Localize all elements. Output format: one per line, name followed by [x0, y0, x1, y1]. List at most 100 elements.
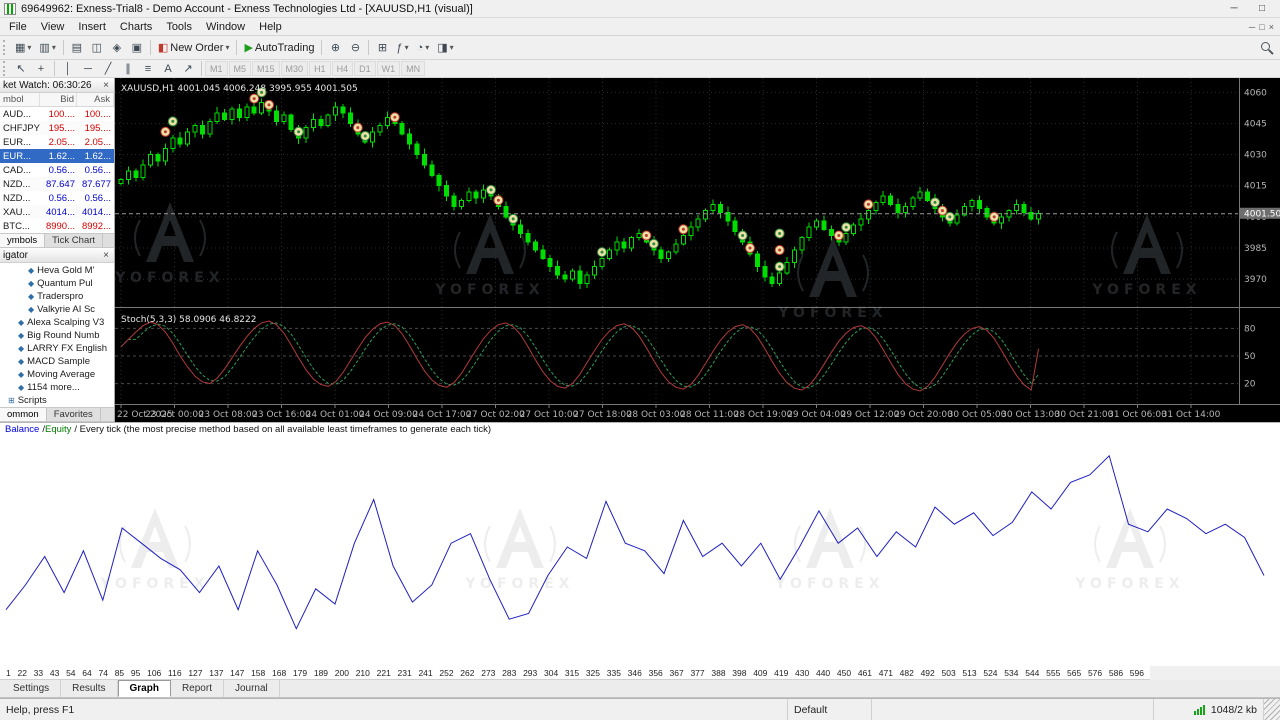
- resize-grip-icon[interactable]: [1264, 699, 1280, 720]
- menu-file[interactable]: File: [2, 18, 34, 36]
- cursor-button[interactable]: ↖: [11, 60, 31, 78]
- tab-tick-chart[interactable]: Tick Chart: [45, 234, 104, 247]
- navigator-item-quantum-pul[interactable]: ◆ Quantum Pul: [0, 277, 114, 290]
- timeframe-m30[interactable]: M30: [280, 61, 309, 76]
- market-watch-button[interactable]: ▤: [67, 39, 87, 57]
- new-order-button[interactable]: ◧ New Order ▾: [154, 39, 234, 57]
- timeframes-toolbar: M1 M5 M15 M30 H1 H4 D1 W1 MN: [205, 61, 426, 76]
- timeframe-m5[interactable]: M5: [228, 61, 252, 76]
- navigator-item-macd-sample[interactable]: ◆ MACD Sample: [0, 355, 114, 368]
- indicators-button[interactable]: ƒ ▾: [392, 39, 412, 57]
- text-tool-button[interactable]: A: [158, 60, 178, 78]
- navigator-item-traderspro[interactable]: ◆ Traderspro: [0, 290, 114, 303]
- data-window-button[interactable]: ◫: [87, 39, 107, 57]
- market-watch-row[interactable]: AUD... 100.... 100....: [0, 107, 114, 121]
- price-chart[interactable]: YOFOREXYOFOREXYOFOREXYOFOREX22 Oct 20252…: [114, 78, 1280, 422]
- navigator-item-1154-more[interactable]: ◆ 1154 more...: [0, 381, 114, 394]
- horizontal-line-button[interactable]: ─: [78, 60, 98, 78]
- navigator-item-valkyrie-ai-sc[interactable]: ◆ Valkyrie AI Sc: [0, 303, 114, 316]
- menu-window[interactable]: Window: [199, 18, 252, 36]
- svg-text:YOFOREX: YOFOREX: [99, 576, 209, 592]
- profiles-button[interactable]: ▥ ▾: [35, 39, 59, 57]
- svg-text:30 Oct 13:00: 30 Oct 13:00: [1001, 410, 1060, 420]
- tester-tabs: Settings Results Graph Report Journal: [0, 680, 1280, 698]
- timeframe-h4[interactable]: H4: [331, 61, 354, 76]
- navigator-item-scripts[interactable]: ⊞ Scripts: [0, 394, 114, 407]
- fibonacci-button[interactable]: ≡: [138, 60, 158, 78]
- timeframe-m1[interactable]: M1: [205, 61, 228, 76]
- tester-tab-journal[interactable]: Journal: [224, 680, 280, 697]
- minimize-button[interactable]: ─: [1220, 1, 1248, 17]
- new-chart-button[interactable]: ▦ ▾: [11, 39, 35, 57]
- close-icon[interactable]: ×: [101, 250, 111, 261]
- navigator-item-big-round-numb[interactable]: ◆ Big Round Numb: [0, 329, 114, 342]
- x-axis-label: 158: [251, 667, 266, 678]
- close-icon[interactable]: ×: [101, 80, 111, 91]
- chart-close-icon[interactable]: ×: [1269, 22, 1274, 32]
- x-axis-label: 544: [1025, 667, 1040, 678]
- market-watch-row[interactable]: EUR... 2.05... 2.05...: [0, 135, 114, 149]
- terminal-button[interactable]: ▣: [127, 39, 147, 57]
- navigator-item-moving-average[interactable]: ◆ Moving Average: [0, 368, 114, 381]
- chart-window-controls[interactable]: ─ □ ×: [1249, 22, 1278, 32]
- timeframe-h1[interactable]: H1: [309, 61, 331, 76]
- title-bar: 69649962: Exness-Trial8 - Demo Account -…: [0, 0, 1280, 18]
- templates-button[interactable]: ◨ ▾: [433, 39, 457, 57]
- tab-favorites[interactable]: Favorites: [47, 408, 101, 421]
- equity-graph[interactable]: YOFOREX YOFOREX YOFOREX YOFOREX: [0, 436, 1280, 666]
- periods-button[interactable]: ◔ ▾: [413, 39, 434, 57]
- tester-tab-settings[interactable]: Settings: [2, 680, 62, 697]
- menu-insert[interactable]: Insert: [71, 18, 113, 36]
- status-empty: [872, 699, 1154, 720]
- toolbar-grip[interactable]: [3, 40, 8, 55]
- bid-value: 0.56...: [48, 192, 75, 204]
- navigator-item-larry-fx-english[interactable]: ◆ LARRY FX English: [0, 342, 114, 355]
- chart-restore-icon[interactable]: □: [1259, 22, 1264, 32]
- tester-legend: Balance / Equity / Every tick (the most …: [0, 422, 1280, 436]
- crosshair-button[interactable]: +: [31, 60, 51, 78]
- svg-text:YOFOREX: YOFOREX: [1091, 282, 1201, 298]
- maximize-button[interactable]: □: [1248, 1, 1276, 17]
- navigator-button[interactable]: ◈: [107, 39, 127, 57]
- x-axis-label: 43: [49, 667, 60, 678]
- autotrading-button[interactable]: ▶ AutoTrading: [240, 39, 318, 57]
- zoom-in-button[interactable]: ⊕: [325, 39, 345, 57]
- menu-help[interactable]: Help: [252, 18, 289, 36]
- market-watch-row[interactable]: NZD... 87.647 87.677: [0, 177, 114, 191]
- x-axis-label: 576: [1087, 667, 1103, 678]
- market-watch-row[interactable]: EUR... 1.62... 1.62...: [0, 149, 114, 163]
- trendline-button[interactable]: ╱: [98, 60, 118, 78]
- toolbar-grip[interactable]: [3, 61, 8, 76]
- x-axis-label: 419: [774, 667, 789, 678]
- tester-tab-report[interactable]: Report: [171, 680, 224, 697]
- chart-minimize-icon[interactable]: ─: [1249, 22, 1255, 32]
- status-profile[interactable]: Default: [788, 699, 872, 720]
- timeframe-d1[interactable]: D1: [354, 61, 376, 76]
- tester-tab-graph[interactable]: Graph: [117, 680, 171, 697]
- arrows-button[interactable]: ↗: [178, 60, 198, 78]
- chart-area[interactable]: YOFOREX YOFOREX YOFOREX YOFOREX 22 Oct 2025 2…: [114, 78, 1280, 422]
- market-watch-row[interactable]: BTC... 8990... 8992...: [0, 219, 114, 233]
- tester-graph[interactable]: YOFOREX YOFOREX YOFOREX YOFOREX: [0, 436, 1280, 666]
- navigator-item-heva-gold-m[interactable]: ◆ Heva Gold M': [0, 264, 114, 277]
- tester-tab-results[interactable]: Results: [61, 680, 118, 697]
- vertical-line-button[interactable]: │: [58, 60, 78, 78]
- timeframe-m15[interactable]: M15: [252, 61, 280, 76]
- market-watch-row[interactable]: CAD... 0.56... 0.56...: [0, 163, 114, 177]
- tab-ymbols[interactable]: ymbols: [0, 234, 46, 247]
- menu-tools[interactable]: Tools: [159, 18, 199, 36]
- navigator-item-alexa-scalping-v3[interactable]: ◆ Alexa Scalping V3: [0, 316, 114, 329]
- window-title: 69649962: Exness-Trial8 - Demo Account -…: [21, 2, 473, 15]
- menu-view[interactable]: View: [34, 18, 72, 36]
- channel-button[interactable]: ∥: [118, 60, 138, 78]
- market-watch-row[interactable]: CHFJPY 195.... 195....: [0, 121, 114, 135]
- tab-ommon[interactable]: ommon: [0, 408, 47, 421]
- timeframe-mn[interactable]: MN: [401, 61, 426, 76]
- menu-charts[interactable]: Charts: [113, 18, 159, 36]
- market-watch-row[interactable]: NZD... 0.56... 0.56...: [0, 191, 114, 205]
- search-icon[interactable]: [1261, 42, 1270, 51]
- timeframe-w1[interactable]: W1: [376, 61, 401, 76]
- zoom-out-button[interactable]: ⊖: [345, 39, 365, 57]
- market-watch-row[interactable]: XAU... 4014... 4014...: [0, 205, 114, 219]
- tile-windows-button[interactable]: ⊞: [372, 39, 392, 57]
